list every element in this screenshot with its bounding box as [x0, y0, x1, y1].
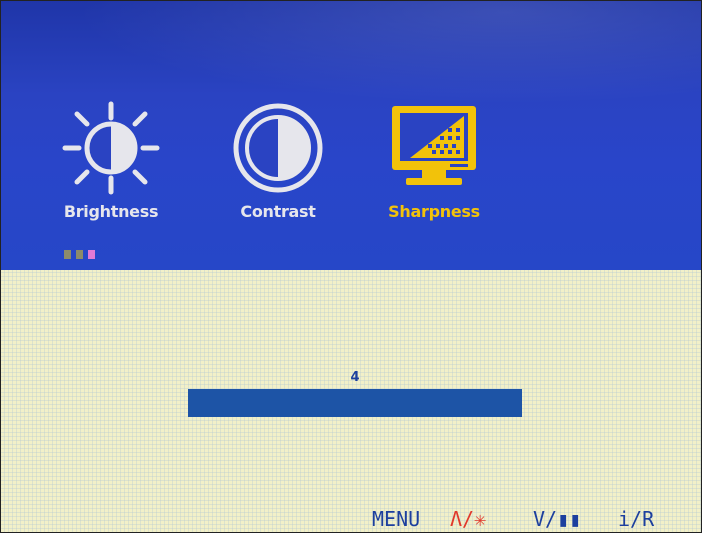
menu-item-brightness[interactable]: Brightness — [62, 100, 160, 221]
contrast-icon — [233, 103, 323, 193]
brightness-label: Brightness — [63, 202, 159, 221]
sharpness-slider[interactable] — [188, 389, 522, 417]
menu-item-contrast[interactable]: Contrast — [232, 100, 324, 221]
page-indicator — [64, 250, 95, 259]
sharpness-icon — [392, 106, 476, 185]
up-key-label[interactable]: Λ/✳ — [450, 506, 486, 532]
sharpness-value: 4 — [350, 370, 360, 385]
input-key-label[interactable]: i/R — [618, 506, 654, 532]
menu-key-label[interactable]: MENU — [372, 506, 420, 532]
brightness-icon — [62, 101, 160, 195]
sharpness-label: Sharpness — [388, 202, 480, 221]
menu-item-sharpness[interactable]: Sharpness — [388, 100, 480, 221]
page-dot-active — [88, 250, 95, 259]
down-key-label[interactable]: V/▮▮ — [533, 506, 581, 532]
osd-window: Brightness Contrast Sharpness 4 MENU Λ/✳… — [0, 0, 702, 533]
page-dot-2 — [76, 250, 83, 259]
page-dot-1 — [64, 250, 71, 259]
contrast-label: Contrast — [240, 202, 316, 221]
footer-key-legend: MENU Λ/✳ V/▮▮ i/R — [0, 506, 702, 532]
